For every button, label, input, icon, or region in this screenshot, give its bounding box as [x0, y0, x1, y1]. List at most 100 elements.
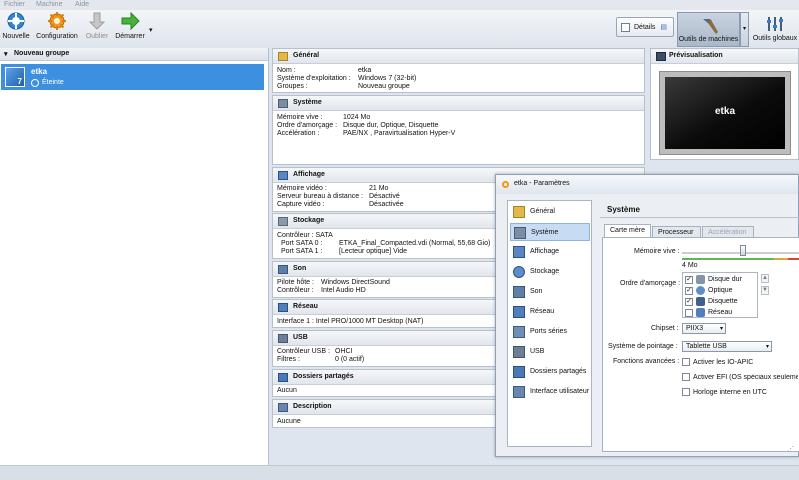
utc-checkbox[interactable] — [682, 388, 690, 396]
memory-slider-thumb[interactable] — [740, 245, 746, 256]
system-header[interactable]: Système — [273, 96, 644, 111]
move-up-icon[interactable]: ▲ — [761, 274, 769, 283]
menu-machine[interactable]: Machine — [36, 1, 62, 8]
system-section: Système Mémoire vive : 1024 Mo Ordre d'a… — [272, 95, 645, 165]
audio-driver-label: Pilote hôte : — [277, 279, 314, 286]
menu-aide[interactable]: Aide — [75, 1, 89, 8]
menu-fichier[interactable]: Fichier — [4, 1, 25, 8]
optical-disc-icon — [696, 286, 705, 295]
nav-user-interface[interactable]: Interface utilisateur — [510, 383, 590, 401]
nav-usb[interactable]: USB — [510, 343, 590, 361]
nav-network[interactable]: Réseau — [510, 303, 590, 321]
global-tools-button[interactable]: Outils globaux — [752, 14, 798, 47]
nav-serial-ports[interactable]: Ports séries — [510, 323, 590, 341]
machine-tools-button[interactable]: Outils de machines — [677, 12, 740, 47]
global-tools-label: Outils globaux — [752, 35, 798, 42]
nav-shared-label: Dossiers partagés — [530, 368, 587, 375]
folder-nav-icon — [513, 366, 525, 378]
nav-display[interactable]: Affichage — [510, 243, 590, 261]
vm-state: Éteinte — [42, 79, 64, 86]
settings-nav-list: Général Système Affichage Stockage Son R… — [507, 200, 592, 447]
group-header[interactable]: ▾ Nouveau groupe — [0, 48, 268, 61]
boot-optical-checkbox[interactable]: ✓ — [685, 287, 693, 295]
boot-order-list: ✓ Disque dur ✓ Optique ✓ Disquette Réseau — [682, 272, 758, 318]
nav-storage-label: Stockage — [530, 268, 560, 275]
menu-bar: Fichier Machine Aide — [0, 0, 799, 10]
resize-grip-icon[interactable]: ⋰ — [787, 445, 795, 453]
groups-label: Groupes : — [277, 83, 308, 90]
machine-tools-dropdown-icon[interactable]: ▾ — [740, 12, 749, 47]
description-value: Aucune — [277, 418, 301, 425]
monitor-icon — [278, 171, 288, 180]
collapse-arrow-icon[interactable]: ▾ — [4, 50, 8, 58]
settings-button[interactable]: Configuration — [34, 11, 80, 40]
new-button[interactable]: Nouvelle — [2, 11, 30, 40]
nav-system[interactable]: Système — [510, 223, 590, 241]
sata-port0-label: Port SATA 0 : — [281, 240, 323, 247]
memory-label: Mémoire vive : — [277, 114, 323, 121]
boot-network-checkbox[interactable] — [685, 309, 693, 317]
network-nav-icon — [513, 306, 525, 318]
dialog-gear-icon — [501, 180, 510, 189]
boot-order-value: Disque dur, Optique, Disquette — [343, 122, 439, 129]
tab-motherboard[interactable]: Carte mère — [604, 224, 651, 238]
usb-icon — [278, 334, 288, 343]
nav-general-label: Général — [530, 208, 555, 215]
discard-button[interactable]: Oublier — [83, 11, 111, 40]
details-menu-icon: ▤ — [660, 24, 667, 31]
vm-list-item[interactable]: 7 etka Éteinte — [1, 64, 264, 90]
boot-order-label: Ordre d'amorçage : — [277, 122, 338, 129]
nav-serial-label: Ports séries — [530, 328, 567, 335]
boot-floppy-checkbox[interactable]: ✓ — [685, 298, 693, 306]
network-boot-icon — [696, 308, 705, 317]
speaker-icon — [278, 265, 288, 274]
dialog-title: etka - Paramètres — [514, 180, 570, 187]
nav-audio[interactable]: Son — [510, 283, 590, 301]
ioapic-checkbox[interactable] — [682, 358, 690, 366]
utc-label: Horloge interne en UTC — [693, 389, 767, 396]
nav-storage[interactable]: Stockage — [510, 263, 590, 281]
pane-title: Système — [600, 200, 799, 218]
audio-title: Son — [293, 265, 307, 272]
remote-desktop-value: Désactivé — [369, 193, 400, 200]
group-title: Nouveau groupe — [14, 50, 70, 57]
nav-ui-label: Interface utilisateur — [530, 388, 590, 395]
details-button[interactable]: Détails ▤ — [616, 17, 674, 37]
windows7-os-icon: 7 — [5, 67, 25, 87]
preview-frame: etka — [659, 71, 791, 155]
network-icon — [278, 303, 288, 312]
video-memory-label: Mémoire vidéo : — [277, 185, 327, 192]
ioapic-label: Activer les IO-APIC — [693, 359, 754, 366]
move-down-icon[interactable]: ▼ — [761, 286, 769, 295]
memory-label: Mémoire vive : — [634, 248, 680, 255]
boot-hdd-label: Disque dur — [708, 276, 742, 283]
boot-hdd-checkbox[interactable]: ✓ — [685, 276, 693, 284]
efi-checkbox[interactable] — [682, 373, 690, 381]
usb-nav-icon — [513, 346, 525, 358]
usb-controller-value: OHCI — [335, 348, 353, 355]
start-button[interactable]: Démarrer — [114, 11, 146, 40]
remote-desktop-label: Serveur bureau à distance : — [277, 193, 363, 200]
video-memory-value: 21 Mo — [369, 185, 389, 192]
boot-network-label: Réseau — [708, 309, 733, 316]
discard-button-label: Oublier — [85, 33, 109, 40]
memory-min: 4 Mo — [682, 262, 698, 269]
nav-general[interactable]: Général — [510, 203, 590, 221]
pointing-select[interactable]: Tablette USB ▾ — [682, 341, 772, 352]
description-title: Description — [293, 403, 332, 410]
status-bar — [0, 465, 799, 480]
general-title: Général — [293, 52, 320, 59]
nav-shared-folders[interactable]: Dossiers partagés — [510, 363, 590, 381]
preview-header[interactable]: Prévisualisation — [651, 49, 798, 64]
pointing-dropdown-icon: ▾ — [765, 344, 769, 350]
start-dropdown-arrow-icon[interactable]: ▾ — [149, 26, 157, 34]
dialog-title-bar[interactable]: etka - Paramètres — [496, 175, 798, 194]
general-header[interactable]: Général — [273, 49, 644, 64]
chip-nav-icon — [514, 227, 526, 239]
sata-port1-value: [Lecteur optique] Vide — [339, 248, 407, 255]
nav-usb-label: USB — [530, 348, 545, 355]
memory-value: 1024 Mo — [343, 114, 371, 121]
chipset-value: PIIX3 — [686, 325, 704, 332]
chipset-select[interactable]: PIIX3 ▾ — [682, 323, 726, 334]
memory-slider-scale — [682, 258, 799, 260]
